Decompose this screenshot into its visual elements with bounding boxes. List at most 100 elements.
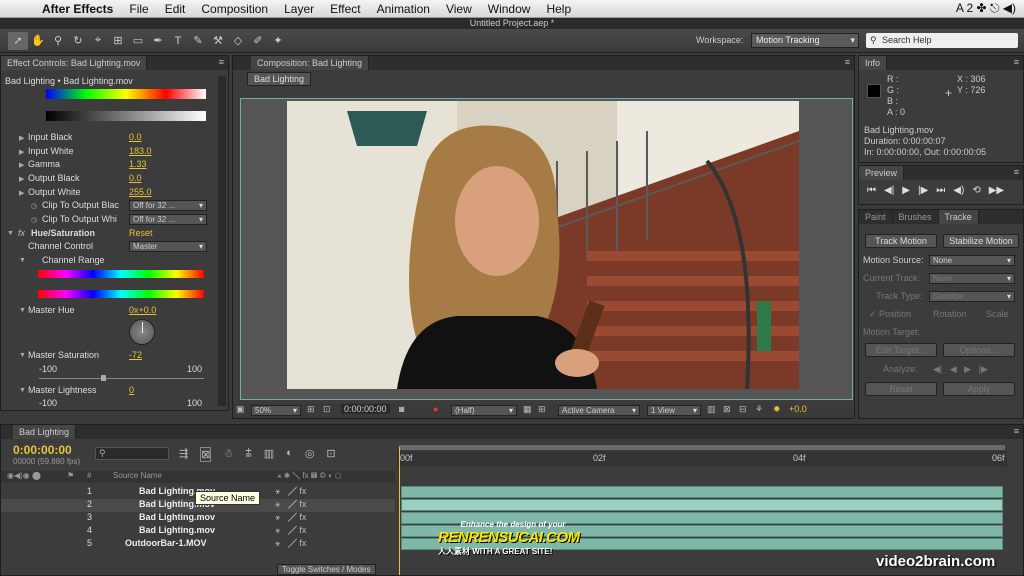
panel-menu-icon[interactable]: ≡ <box>1014 167 1019 177</box>
toggle-mask-icon[interactable]: ⊞ <box>538 404 546 415</box>
track-type-select[interactable]: Stabilize <box>929 291 1015 302</box>
search-help-input[interactable]: ⚲ Search Help <box>866 33 1018 48</box>
layer-name[interactable]: OutdoorBar-1.MOV <box>125 538 207 548</box>
options-button[interactable]: Options... <box>943 343 1015 357</box>
channel-range-bar-bottom[interactable] <box>38 290 204 298</box>
slider-thumb[interactable] <box>101 375 106 381</box>
layer-switches[interactable]: ⚹ ╱ fx <box>275 538 306 549</box>
channel-range-bar-top[interactable] <box>38 270 204 278</box>
layer-switches[interactable]: ⚹ ╱ fx <box>275 512 306 523</box>
master-hue-dial[interactable] <box>129 319 155 345</box>
timeline-timecode[interactable]: 0:00:00:00 <box>13 443 72 457</box>
hand-tool-icon[interactable]: ✋ <box>28 32 48 50</box>
twirl-icon[interactable]: ▶ <box>19 175 24 183</box>
panel-menu-icon[interactable]: ≡ <box>219 57 224 67</box>
rotation-checkbox[interactable]: Rotation <box>933 309 967 319</box>
menu-edit[interactable]: Edit <box>157 2 194 16</box>
analyze-controls[interactable]: ◀| ◀ ▶ |▶ <box>933 364 988 375</box>
tab-effect-controls[interactable]: Effect Controls: Bad Lighting.mov <box>1 56 148 70</box>
pixel-aspect-icon[interactable]: ▥ <box>707 404 716 415</box>
play-icon[interactable]: ▶ <box>902 185 910 196</box>
twirl-open-icon[interactable]: ▼ <box>19 352 26 359</box>
motion-blur-icon[interactable]: ▥ <box>264 447 274 462</box>
layer-row[interactable]: 4 Bad Lighting.mov ⚹ ╱ fx <box>1 525 395 538</box>
panel-menu-icon[interactable]: ≡ <box>1014 426 1019 436</box>
puppet-pin-tool-icon[interactable]: ✦ <box>268 32 288 50</box>
stopwatch-icon[interactable]: ◷ <box>31 216 37 224</box>
twirl-open-icon[interactable]: ▼ <box>19 257 26 264</box>
pen-tool-icon[interactable]: ✒ <box>148 32 168 50</box>
region-of-interest-icon[interactable]: ⊡ <box>323 404 331 415</box>
camera-select[interactable]: Active Camera <box>558 405 640 416</box>
layer-name[interactable]: Bad Lighting.mov <box>139 512 215 522</box>
layer-switches[interactable]: ⚹ ╱ fx <box>275 499 306 510</box>
menu-window[interactable]: Window <box>480 2 539 16</box>
motion-source-select[interactable]: None <box>929 255 1015 266</box>
brush-tool-icon[interactable]: ✎ <box>188 32 208 50</box>
next-frame-icon[interactable]: |▶ <box>918 185 928 196</box>
twirl-icon[interactable]: ▶ <box>19 189 24 197</box>
twirl-open-icon[interactable]: ▼ <box>7 230 14 237</box>
rotate-tool-icon[interactable]: ↻ <box>68 32 88 50</box>
clone-stamp-tool-icon[interactable]: ⚒ <box>208 32 228 50</box>
graph-editor-icon[interactable]: ⊡ <box>326 447 335 462</box>
twirl-open-icon[interactable]: ▼ <box>19 387 26 394</box>
video-frame[interactable] <box>287 101 799 389</box>
menu-layer[interactable]: Layer <box>276 2 322 16</box>
menu-app-name[interactable]: After Effects <box>34 2 121 16</box>
layer-switches[interactable]: ⚹ ╱ fx <box>275 486 306 497</box>
eraser-tool-icon[interactable]: ◇ <box>228 32 248 50</box>
tab-timeline[interactable]: Bad Lighting <box>13 425 77 439</box>
timeline-icon[interactable]: ⊟ <box>739 404 747 415</box>
gamma-value[interactable]: 1.33 <box>129 159 147 169</box>
menu-composition[interactable]: Composition <box>193 2 276 16</box>
layer-bar-1[interactable] <box>401 486 1003 498</box>
twirl-icon[interactable]: ▶ <box>19 134 24 142</box>
roto-brush-tool-icon[interactable]: ✐ <box>248 32 268 50</box>
tab-brushes[interactable]: Brushes <box>892 210 939 224</box>
twirl-open-icon[interactable]: ▼ <box>19 307 26 314</box>
fast-previews-icon[interactable]: ⊠ <box>723 404 731 415</box>
channel-control-select[interactable]: Master <box>129 241 207 252</box>
reset-link[interactable]: Reset <box>129 228 153 238</box>
selection-tool-icon[interactable]: ➚ <box>8 31 28 50</box>
menu-view[interactable]: View <box>438 2 480 16</box>
master-saturation-value[interactable]: -72 <box>129 350 142 360</box>
panel-menu-icon[interactable]: ≡ <box>845 57 850 67</box>
auto-keyframe-icon[interactable]: ◎ <box>305 447 315 462</box>
time-ruler[interactable]: 00f 02f 04f 06f <box>397 451 1007 467</box>
tab-paint[interactable]: Paint <box>859 210 893 224</box>
menu-effect[interactable]: Effect <box>322 2 368 16</box>
reset-button[interactable]: Reset <box>865 382 937 396</box>
camera-tool-icon[interactable]: ⌖ <box>88 32 108 50</box>
toggle-switches-modes-button[interactable]: Toggle Switches / Modes <box>277 564 376 575</box>
work-area-bar[interactable] <box>399 445 1005 450</box>
flowchart-icon[interactable]: ⚘ <box>755 404 763 415</box>
comp-subtab[interactable]: Bad Lighting <box>247 72 312 86</box>
tab-tracker[interactable]: Tracke <box>938 210 979 224</box>
previous-frame-icon[interactable]: ◀| <box>884 185 894 196</box>
view-layout-select[interactable]: 1 View <box>647 405 701 416</box>
stabilize-motion-button[interactable]: Stabilize Motion <box>943 234 1019 248</box>
ram-preview-icon[interactable]: ▶▶ <box>989 185 1004 196</box>
stopwatch-icon[interactable]: ◷ <box>31 202 37 210</box>
track-motion-button[interactable]: Track Motion <box>865 234 937 248</box>
input-black-value[interactable]: 0.0 <box>129 132 142 142</box>
output-white-value[interactable]: 255.0 <box>129 187 152 197</box>
type-tool-icon[interactable]: T <box>168 32 188 50</box>
current-time-indicator[interactable] <box>399 447 400 575</box>
tab-info[interactable]: Info <box>859 56 888 70</box>
last-frame-icon[interactable]: ⏭ <box>936 185 945 196</box>
resolution-select[interactable]: (Half) <box>451 405 517 416</box>
brainstorm-icon[interactable]: ◐ <box>286 447 293 462</box>
layer-switches[interactable]: ⚹ ╱ fx <box>275 525 306 536</box>
frame-blending-icon[interactable]: ⩲ <box>245 447 251 462</box>
timeline-search-input[interactable]: ⚲ <box>95 447 169 460</box>
hide-shy-icon[interactable]: ☃ <box>223 447 233 462</box>
twirl-icon[interactable]: ▶ <box>19 148 24 156</box>
zoom-tool-icon[interactable]: ⚲ <box>48 32 68 50</box>
twirl-icon[interactable]: ▶ <box>19 161 24 169</box>
menubar-status-icons[interactable]: A 2 ✤ ⎋ ◀) <box>956 1 1024 16</box>
apply-button[interactable]: Apply <box>943 382 1015 396</box>
position-checkbox[interactable]: ✓ Position <box>869 309 911 320</box>
